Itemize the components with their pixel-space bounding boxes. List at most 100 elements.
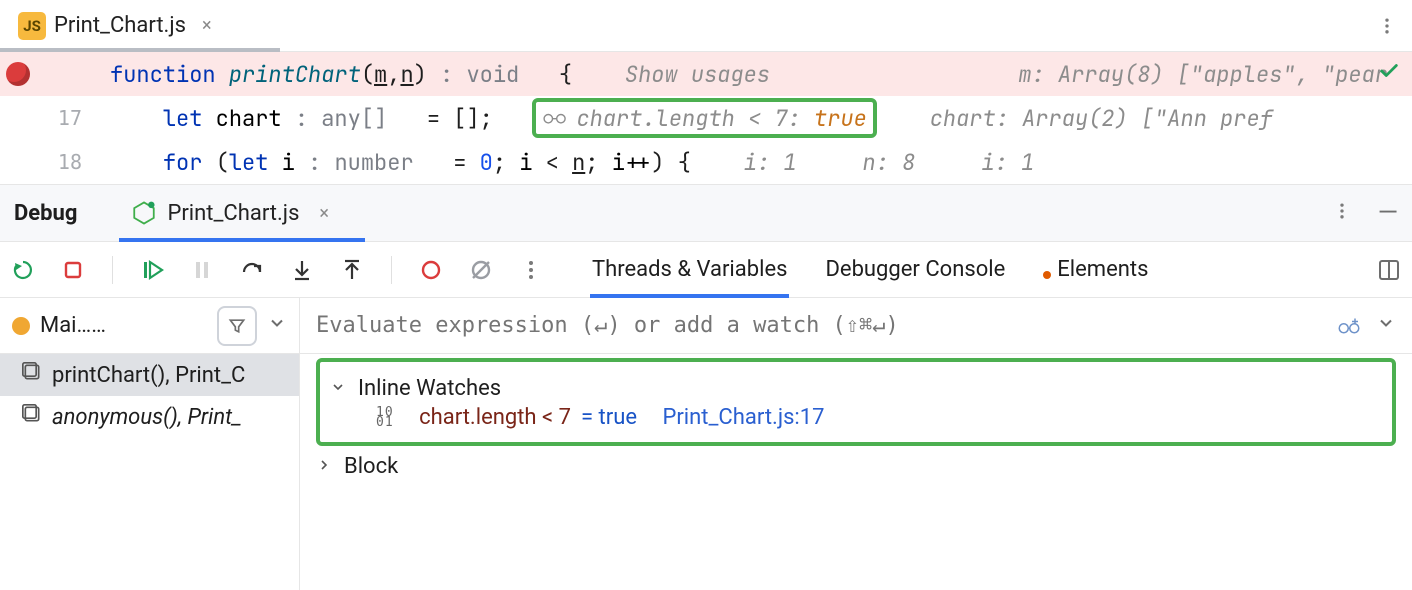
array-literal: [] (453, 104, 479, 133)
equals: = (427, 104, 453, 133)
layout-settings-button[interactable] (1374, 255, 1404, 285)
editor-tab[interactable]: JS Print_Chart.js × (10, 0, 220, 51)
source-reference[interactable]: Print_Chart.js:17 (662, 405, 824, 430)
stackframe-icon (22, 362, 42, 388)
gutter[interactable] (0, 62, 110, 86)
punct: ( (361, 60, 374, 89)
identifier: i (268, 148, 294, 177)
keyword: let (229, 148, 269, 177)
stack-frame[interactable]: anonymous(), Print_ (0, 396, 299, 438)
inline-value-chart: chart: Array(2) ["Ann pref (930, 104, 1273, 133)
nodejs-icon (131, 200, 157, 226)
inline-watch-value: true (801, 104, 867, 133)
close-icon[interactable]: × (202, 15, 212, 36)
step-out-button[interactable] (337, 255, 367, 285)
inline-value-i2: i: 1 (981, 148, 1034, 177)
separator (112, 256, 113, 284)
punct: , (387, 60, 400, 89)
inline-watches-highlight: Inline Watches 10 01 chart.length < 7 = … (316, 358, 1396, 446)
stack-frame[interactable]: printChart(), Print_C (0, 354, 299, 396)
brace: { (559, 60, 572, 89)
editor[interactable]: function printChart ( m , n ) : void { S… (0, 52, 1412, 184)
hide-toolwindow-icon[interactable]: — (1378, 198, 1398, 228)
evaluate-input[interactable] (316, 313, 1322, 338)
inline-watch-highlight[interactable]: chart.length < 7: true (532, 98, 876, 138)
active-tab-indicator (119, 238, 365, 242)
view-breakpoints-button[interactable] (416, 255, 446, 285)
keyword: for (163, 148, 203, 177)
punct: ) (414, 60, 427, 89)
tab-elements[interactable]: Elements (1043, 242, 1148, 297)
param-m: m (374, 60, 387, 89)
show-usages-link[interactable]: Show usages (625, 60, 770, 89)
separator (391, 256, 392, 284)
inline-watch-expr: chart.length < 7: (576, 104, 800, 133)
kebab-icon[interactable] (516, 255, 546, 285)
return-type-hint: : void (427, 60, 559, 89)
punct: ; (480, 104, 493, 133)
frames-panel: Mai…… printChart(), Print_C anonymous(),… (0, 298, 300, 590)
watch-entry[interactable]: 10 01 chart.length < 7 = true Print_Char… (330, 403, 1376, 432)
kebab-icon[interactable] (1372, 16, 1402, 36)
thread-name: Mai…… (40, 313, 207, 338)
filter-button[interactable] (217, 306, 257, 346)
block-scope-node[interactable]: Block (316, 452, 1396, 481)
stackframe-icon (22, 404, 42, 430)
evaluate-row (300, 298, 1412, 354)
step-over-button[interactable] (237, 255, 267, 285)
inline-watches-node[interactable]: Inline Watches (330, 374, 1376, 403)
editor-tab-bar: JS Print_Chart.js × (0, 0, 1412, 52)
frame-label: anonymous(), Print_ (52, 405, 242, 430)
node-label: Inline Watches (358, 376, 501, 401)
breakpoint-icon[interactable] (6, 62, 30, 86)
inspection-ok-icon[interactable] (1378, 60, 1400, 82)
update-dot-icon (1043, 271, 1051, 279)
step-into-button[interactable] (287, 255, 317, 285)
keyword: let (163, 104, 203, 133)
inline-value-m: m: Array(8) ["apples", "pear (1018, 60, 1388, 89)
chevron-down-icon[interactable] (1376, 313, 1396, 338)
pause-button[interactable] (187, 255, 217, 285)
js-file-icon: JS (18, 12, 46, 40)
kebab-icon[interactable] (1332, 201, 1352, 226)
chevron-down-icon[interactable] (267, 313, 287, 338)
param-n-ref: n (572, 148, 585, 177)
close-icon[interactable]: × (319, 203, 329, 224)
inline-value-i: i: 1 (744, 148, 797, 177)
stop-button[interactable] (58, 255, 88, 285)
add-watch-button[interactable] (1334, 311, 1364, 341)
rerun-button[interactable] (8, 255, 38, 285)
thread-status-icon (12, 317, 30, 335)
gutter-line-number[interactable]: 17 (0, 106, 110, 130)
debug-session-tab[interactable]: Print_Chart.js × (123, 185, 337, 241)
frame-label: printChart(), Print_C (52, 363, 245, 388)
chevron-down-icon[interactable] (330, 376, 348, 401)
tab-debugger-console[interactable]: Debugger Console (825, 242, 1005, 297)
number-literal: 0 (480, 148, 493, 177)
debug-content: Mai…… printChart(), Print_C anonymous(),… (0, 298, 1412, 590)
watch-value: = true (581, 405, 637, 430)
gutter-line-number[interactable]: 18 (0, 150, 110, 174)
debug-toolbar: Threads & Variables Debugger Console Ele… (0, 242, 1412, 298)
binary-icon: 10 01 (376, 408, 394, 428)
mute-breakpoints-button[interactable] (466, 255, 496, 285)
node-label: Block (344, 454, 398, 479)
identifier: chart (202, 104, 281, 133)
type-hint: : any[] (282, 104, 427, 133)
inline-value-n: n: 8 (863, 148, 916, 177)
debug-session-label: Print_Chart.js (167, 201, 299, 226)
editor-tab-title: Print_Chart.js (54, 13, 186, 38)
code-line: function printChart ( m , n ) : void { S… (0, 52, 1412, 96)
resume-button[interactable] (137, 255, 167, 285)
chevron-right-icon[interactable] (316, 454, 334, 479)
glasses-icon (542, 110, 570, 126)
thread-selector[interactable]: Mai…… (0, 298, 299, 354)
code-line: 18 for ( let i : number = 0 ; i < n ; i+… (0, 140, 1412, 184)
toolwindow-title: Debug (14, 201, 77, 226)
tab-threads-variables[interactable]: Threads & Variables (592, 242, 787, 297)
type-hint: : number (295, 148, 453, 177)
param-n: n (400, 60, 413, 89)
debug-view-tabs: Threads & Variables Debugger Console Ele… (592, 242, 1148, 297)
function-name: printChart (229, 60, 361, 89)
watch-expression: chart.length < 7 (419, 405, 571, 430)
